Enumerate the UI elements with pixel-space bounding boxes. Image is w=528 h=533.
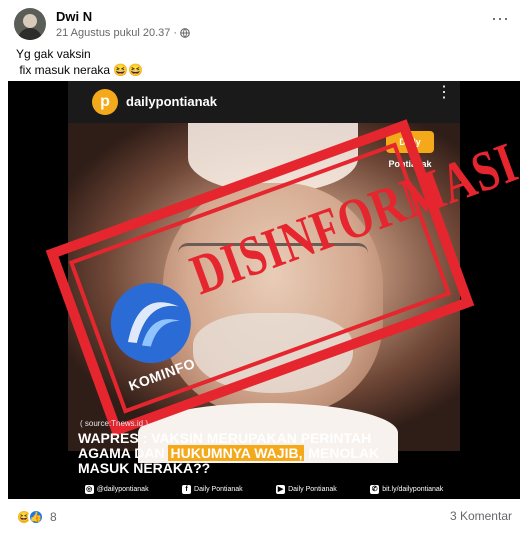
instagram-icon: ◎ (84, 484, 94, 494)
footer-whatsapp-label: bit.ly/dailypontianak (382, 485, 444, 493)
dot-separator: · (173, 27, 178, 39)
instagram-account-name: dailypontianak (126, 94, 218, 109)
source-note: ( source:Tnews.id ) (80, 419, 149, 428)
avatar-face (23, 14, 37, 28)
footer-facebook-label: Daily Pontianak (194, 485, 243, 493)
headline-line-2-end: MENOLAK (304, 445, 380, 461)
reaction-count: 8 (50, 510, 57, 524)
caption-line-2: fix masuk neraka 😆😆 (16, 63, 144, 77)
instagram-header: p dailypontianak ⋮ (68, 81, 460, 123)
headline-line-2-start: AGAMA DAN (78, 445, 169, 461)
post-image[interactable]: p dailypontianak ⋮ Daily Pontianak KOMIN… (8, 81, 520, 499)
facebook-post: Dwi N 21 Agustus pukul 20.37 · ⋯ Yg gak … (0, 0, 528, 533)
like-reaction-icon: 👍 (28, 509, 44, 525)
comments-link[interactable]: 3 Komentar (450, 509, 512, 523)
avatar-shoulders (18, 28, 42, 40)
facebook-icon: f (182, 484, 192, 494)
more-options-icon[interactable]: ⋯ (491, 10, 510, 28)
caption-line-1: Yg gak vaksin (16, 47, 91, 61)
reactions-bar: 😆 👍 8 3 Komentar (16, 506, 512, 528)
post-caption: Yg gak vaksin fix masuk neraka 😆😆 (16, 46, 143, 78)
post-timestamp[interactable]: 21 Agustus pukul 20.37 (56, 27, 170, 39)
headline-line-3: MASUK NERAKA?? (78, 460, 211, 476)
image-footer: ◎ @dailypontianak f Daily Pontianak ▶ Daily… (68, 479, 460, 499)
footer-whatsapp: ✆ bit.ly/dailypontianak (370, 484, 444, 494)
image-headline: WAPRES : VAKSIN MERUPAKAN PERINTAH AGAMA… (68, 431, 460, 476)
footer-youtube: ▶ Daily Pontianak (276, 484, 337, 494)
globe-icon (180, 28, 190, 38)
headline-line-2: AGAMA DAN HUKUMNYA WAJIB, MENOLAK (78, 445, 450, 461)
youtube-icon: ▶ (276, 484, 286, 494)
footer-youtube-label: Daily Pontianak (288, 485, 337, 493)
post-header: Dwi N 21 Agustus pukul 20.37 · ⋯ (14, 6, 514, 42)
post-meta: 21 Agustus pukul 20.37 · (56, 27, 190, 39)
daily-pontianak-logo: p (92, 89, 118, 115)
footer-instagram-label: @dailypontianak (96, 485, 149, 493)
headline-highlight: HUKUMNYA WAJIB, (168, 445, 305, 461)
footer-facebook: f Daily Pontianak (182, 484, 243, 494)
author-name[interactable]: Dwi N (56, 9, 92, 24)
headline-line-1: WAPRES : VAKSIN MERUPAKAN PERINTAH (78, 430, 372, 446)
instagram-more-icon: ⋮ (436, 84, 452, 101)
reaction-summary[interactable]: 😆 👍 8 (16, 509, 57, 525)
whatsapp-icon: ✆ (370, 484, 380, 494)
footer-instagram: ◎ @dailypontianak (84, 484, 149, 494)
avatar[interactable] (14, 8, 46, 40)
